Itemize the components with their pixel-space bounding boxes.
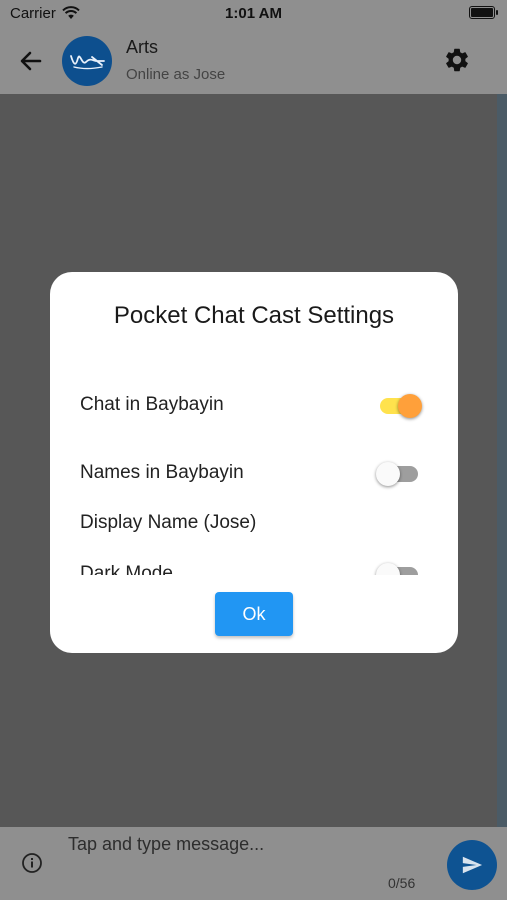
ok-button[interactable]: Ok: [215, 592, 293, 636]
settings-dialog: Pocket Chat Cast Settings Chat in Baybay…: [50, 272, 458, 653]
setting-display-name[interactable]: Display Name (Jose): [80, 502, 420, 542]
settings-list[interactable]: Chat in Baybayin Names in Baybayin Displ…: [50, 372, 458, 575]
battery-icon: [469, 6, 498, 19]
setting-dark-mode[interactable]: Dark Mode: [80, 553, 420, 575]
send-button[interactable]: [447, 840, 497, 890]
setting-label: Chat in Baybayin: [80, 394, 224, 415]
setting-chat-in-baybayin[interactable]: Chat in Baybayin: [80, 384, 422, 424]
message-composer: 0/56: [0, 827, 507, 900]
chat-subtitle: Online as Jose: [126, 66, 226, 83]
setting-names-in-baybayin[interactable]: Names in Baybayin: [80, 452, 420, 492]
avatar-logo-icon: [70, 55, 105, 70]
status-time: 1:01 AM: [225, 5, 282, 22]
chat-title: Arts: [126, 37, 159, 57]
send-icon: [462, 856, 483, 874]
gear-icon[interactable]: [443, 46, 471, 74]
char-counter: 0/56: [388, 875, 416, 891]
names-in-baybayin-toggle[interactable]: [376, 462, 420, 486]
info-icon[interactable]: [21, 852, 43, 874]
message-input[interactable]: [68, 829, 428, 859]
chat-in-baybayin-toggle[interactable]: [376, 394, 422, 418]
app-bar: Arts Online as Jose: [0, 28, 507, 94]
scrollbar[interactable]: [497, 94, 507, 827]
setting-label: Dark Mode: [80, 563, 173, 575]
avatar[interactable]: [62, 36, 112, 86]
arrow-left-icon[interactable]: [16, 46, 46, 76]
dark-mode-toggle[interactable]: [376, 563, 420, 575]
setting-label: Names in Baybayin: [80, 462, 244, 483]
setting-label: Display Name (Jose): [80, 512, 257, 533]
dialog-title: Pocket Chat Cast Settings: [113, 302, 395, 329]
status-bar: Carrier 1:01 AM: [0, 0, 507, 28]
